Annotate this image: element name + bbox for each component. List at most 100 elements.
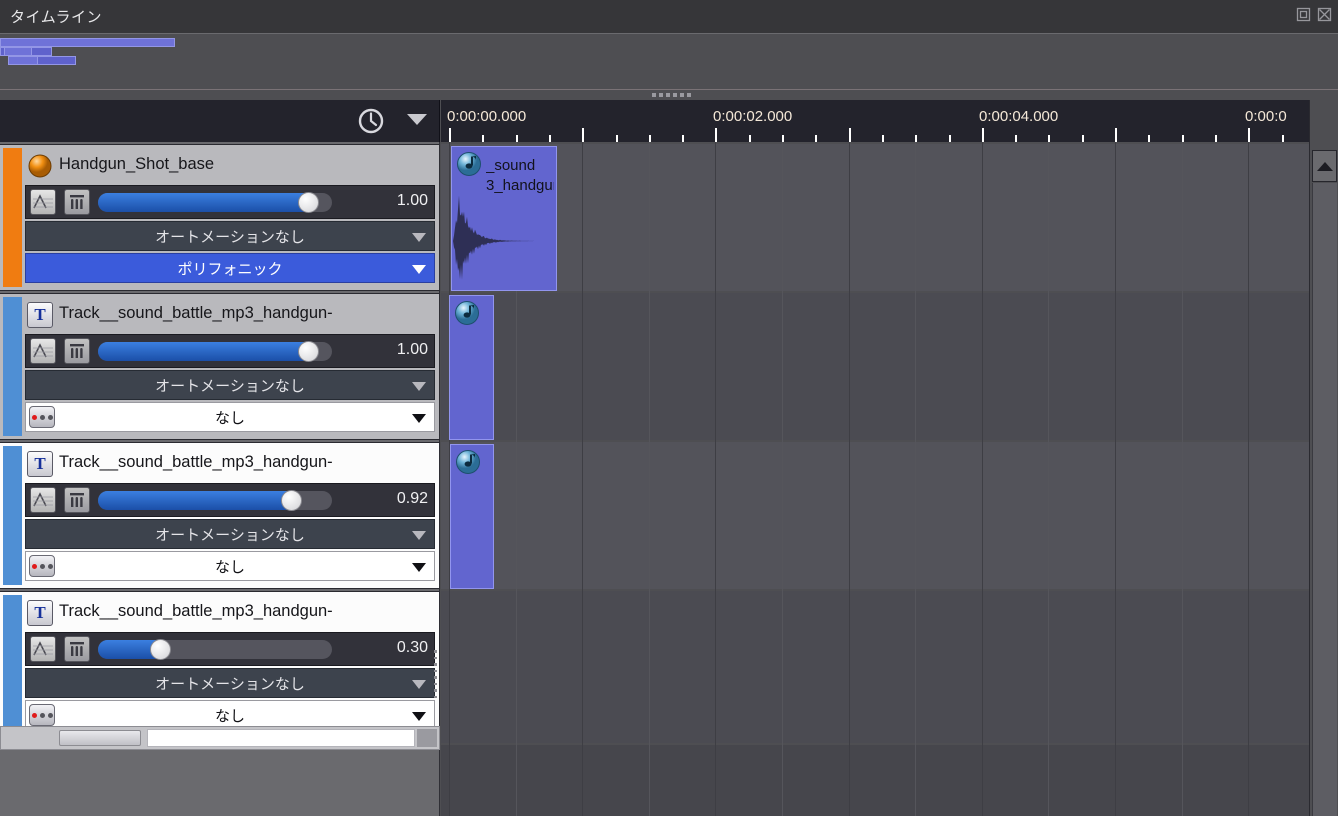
volume-slider-knob[interactable]: [281, 490, 303, 511]
h-scroll-thumb[interactable]: [59, 730, 141, 746]
track-name-row: Handgun_Shot_base: [25, 147, 435, 185]
automation-label: オートメーションなし: [155, 675, 305, 693]
trigger-logic-icon: [29, 406, 55, 429]
ruler-minor-tick: [515, 135, 518, 142]
track-color-strip[interactable]: [3, 595, 22, 739]
timeline-lane[interactable]: [441, 293, 1309, 440]
timeline-lane[interactable]: [441, 591, 1309, 743]
overview-bar[interactable]: [8, 56, 38, 65]
automation-dropdown[interactable]: オートメーションなし: [25, 668, 435, 698]
mute-button[interactable]: [64, 636, 90, 662]
track-name-label: Track__sound_battle_mp3_handgun-: [59, 453, 333, 471]
track-name-label: Handgun_Shot_base: [59, 155, 215, 173]
volume-value: 1.00: [396, 192, 428, 209]
playback-mode-dropdown[interactable]: なし: [25, 402, 435, 432]
track-color-strip[interactable]: [3, 446, 22, 585]
volume-slider[interactable]: [98, 639, 332, 660]
volume-slider-fill: [98, 342, 316, 361]
vertical-scrollbar[interactable]: [1309, 142, 1338, 816]
playback-mode-label: なし: [214, 558, 245, 576]
volume-slider-knob[interactable]: [297, 341, 319, 362]
mute-button[interactable]: [64, 189, 90, 215]
chevron-down-icon: [412, 680, 426, 689]
audio-clip[interactable]: _sound 3_handgun: [451, 146, 557, 291]
time-ruler[interactable]: 0:00:00.000 0:00:02.000 0:00:04.000 0:00:0: [441, 100, 1309, 142]
adsr-curve-button[interactable]: [30, 189, 56, 215]
overview-bar[interactable]: [4, 47, 32, 56]
float-window-icon[interactable]: [1296, 7, 1311, 22]
chevron-down-icon: [412, 531, 426, 540]
adsr-curve-button[interactable]: [30, 338, 56, 364]
automation-label: オートメーションなし: [155, 526, 305, 544]
grid-line-minor: [1181, 142, 1183, 816]
timeline-overview[interactable]: [0, 34, 1338, 90]
timeline-header-row: 0:00:00.000 0:00:02.000 0:00:04.000 0:00:0: [0, 100, 1338, 142]
ruler-major-tick: [848, 128, 851, 142]
track-header[interactable]: Handgun_Shot_base 1.00 オートメーションなしポリフォニック: [0, 144, 439, 291]
panel-resize-gripper[interactable]: [652, 91, 692, 99]
automation-dropdown[interactable]: オートメーションなし: [25, 370, 435, 400]
timeline-empty-area[interactable]: [441, 745, 1309, 816]
grid-line-minor: [782, 142, 783, 816]
track-volume-row: 0.92: [25, 483, 435, 517]
overview-bar[interactable]: [0, 38, 175, 47]
track-color-strip[interactable]: [3, 297, 22, 436]
ruler-minor-tick: [881, 135, 884, 142]
automation-label: オートメーションなし: [155, 228, 305, 246]
track-header[interactable]: T Track__sound_battle_mp3_handgun- 1.00 オート…: [0, 293, 439, 440]
playback-mode-dropdown[interactable]: なし: [25, 551, 435, 581]
grid-line: [582, 142, 584, 816]
track-header-column: Handgun_Shot_base 1.00 オートメーションなし ポリフォニック T T…: [0, 142, 440, 816]
ruler-minor-tick: [815, 135, 818, 142]
track-header[interactable]: T Track__sound_battle_mp3_handgun- 0.92 オート…: [0, 442, 439, 589]
mute-button[interactable]: [64, 487, 90, 513]
playback-mode-dropdown[interactable]: ポリフォニック: [25, 253, 435, 283]
volume-slider[interactable]: [98, 490, 332, 511]
volume-slider-fill: [98, 193, 316, 212]
scroll-up-arrow-icon[interactable]: [1312, 150, 1337, 182]
vertical-scroll-track[interactable]: [1312, 183, 1337, 816]
close-window-icon[interactable]: [1317, 7, 1332, 22]
horizontal-scrollbar[interactable]: [0, 726, 440, 750]
track-volume-row: 1.00: [25, 334, 435, 368]
volume-slider-knob[interactable]: [297, 192, 319, 213]
ruler-minor-tick: [482, 135, 485, 142]
playback-mode-label: なし: [214, 707, 245, 725]
volume-slider[interactable]: [98, 341, 332, 362]
clock-icon[interactable]: [355, 105, 387, 137]
volume-value: 0.92: [396, 490, 428, 507]
chevron-down-icon[interactable]: [407, 114, 427, 125]
column-resize-dots[interactable]: [434, 650, 438, 698]
automation-dropdown[interactable]: オートメーションなし: [25, 519, 435, 549]
ruler-major-tick: [582, 128, 585, 142]
automation-label: オートメーションなし: [155, 377, 305, 395]
volume-slider[interactable]: [98, 192, 332, 213]
ruler-minor-tick: [1015, 135, 1018, 142]
track-controls: Handgun_Shot_base 1.00 オートメーションなしポリフォニック: [25, 147, 435, 288]
clip-waveform: [453, 189, 556, 290]
timeline-lane[interactable]: [441, 144, 1309, 291]
ruler-minor-tick: [682, 135, 685, 142]
audio-clip[interactable]: [450, 444, 494, 589]
sphere-instrument-icon: [27, 153, 53, 179]
track-header[interactable]: T Track__sound_battle_mp3_handgun- 0.30 オート…: [0, 591, 439, 743]
automation-dropdown[interactable]: オートメーションなし: [25, 221, 435, 251]
track-color-strip[interactable]: [3, 148, 22, 287]
timeline-toolbar: [0, 100, 440, 142]
audio-asset-icon: [454, 300, 480, 326]
adsr-curve-button[interactable]: [30, 636, 56, 662]
h-scroll-track[interactable]: [147, 729, 415, 747]
ruler-major-tick: [715, 128, 718, 142]
chevron-down-icon: [412, 265, 426, 274]
grid-line-minor: [915, 142, 917, 816]
volume-slider-knob[interactable]: [150, 639, 172, 660]
adsr-curve-button[interactable]: [30, 487, 56, 513]
timeline-canvas[interactable]: _sound 3_handgun: [441, 142, 1309, 816]
timeline-window: タイムライン 0:00:00.000 0:00:02.000 0:00:04.0…: [0, 0, 1338, 816]
audio-clip[interactable]: [449, 295, 494, 440]
window-controls: [1296, 7, 1332, 22]
audio-asset-icon: [456, 151, 482, 177]
mute-button[interactable]: [64, 338, 90, 364]
timeline-lane[interactable]: [441, 442, 1309, 589]
text-track-icon: T: [27, 451, 53, 477]
